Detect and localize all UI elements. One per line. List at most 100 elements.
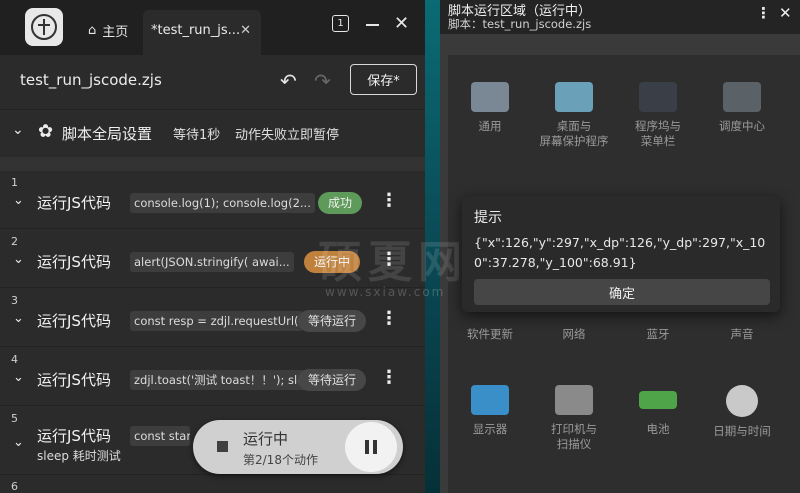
- run-status-title: 运行中: [243, 430, 289, 448]
- file-name: test_run_jscode.zjs: [20, 71, 162, 89]
- action-row[interactable]: 4 ⌄ 运行JS代码 zdjl.toast('测试 toast！！'); sle…: [0, 348, 425, 406]
- status-badge: 等待运行: [298, 310, 367, 332]
- pref-battery[interactable]: 电池: [616, 385, 700, 437]
- action-subtitle: sleep 耗时测试: [37, 449, 121, 463]
- minimize-icon[interactable]: [366, 24, 379, 26]
- action-number: 3: [11, 294, 18, 307]
- more-icon[interactable]: ⋮: [380, 308, 398, 329]
- pref-label: 蓝牙: [646, 327, 670, 341]
- printer-icon: [555, 385, 593, 415]
- pref-label: 程序坞与 菜单栏: [635, 119, 681, 148]
- display-icon: [471, 385, 509, 415]
- more-icon[interactable]: ⋮: [756, 4, 771, 22]
- action-number: 2: [11, 235, 18, 248]
- tab-count: 1: [337, 18, 344, 29]
- more-icon[interactable]: ⋮: [380, 367, 398, 388]
- more-icon[interactable]: ⋮: [380, 190, 398, 211]
- pref-dock[interactable]: 程序坞与 菜单栏: [616, 82, 700, 149]
- watermark: 硕夏网: [318, 237, 468, 288]
- dock-icon: [639, 82, 677, 112]
- action-number: 4: [11, 353, 18, 366]
- battery-icon: [639, 391, 677, 409]
- run-status-pill: 运行中 第2/18个动作: [193, 420, 403, 474]
- clock-icon: [726, 385, 758, 417]
- action-number: 5: [11, 412, 18, 425]
- watermark-url: www.sxiaw.com: [325, 285, 446, 299]
- action-code: const start: [130, 426, 190, 446]
- pref-label: 通用: [478, 119, 502, 133]
- chevron-down-icon[interactable]: ⌄: [13, 311, 24, 326]
- pref-desktop[interactable]: 桌面与 屏幕保护程序: [532, 82, 616, 149]
- divider: [0, 157, 425, 171]
- pref-date-time[interactable]: 日期与时间: [700, 385, 784, 439]
- title-bar: ⌂ 主页 *test_run_js... ✕ 1 ✕: [0, 0, 425, 55]
- pref-general[interactable]: 通用: [448, 82, 532, 134]
- action-title: 运行JS代码: [37, 371, 111, 389]
- action-code: const resp = zdjl.requestUrl(: [130, 311, 303, 331]
- mission-control-icon: [723, 82, 761, 112]
- action-code: console.log(1); console.log(2...: [130, 193, 315, 213]
- action-title: 运行JS代码: [37, 427, 111, 445]
- pref-sound[interactable]: 声音: [700, 327, 784, 342]
- close-window-icon[interactable]: ✕: [394, 13, 409, 34]
- tab-script-label: *test_run_js...: [151, 23, 241, 38]
- global-settings-row[interactable]: ⌄ ✿ 脚本全局设置 等待1秒 动作失败立即暂停: [0, 109, 425, 157]
- action-row[interactable]: 6: [0, 476, 425, 493]
- action-code: zdjl.toast('测试 toast！！'); sle: [130, 370, 309, 390]
- dialog-message: {"x":126,"y":297,"x_dp":126,"y_dp":297,"…: [474, 235, 766, 270]
- chevron-down-icon[interactable]: ⌄: [13, 193, 24, 208]
- tab-home-label: 主页: [102, 24, 129, 40]
- pref-label: 网络: [562, 327, 586, 341]
- global-on-fail: 动作失败立即暂停: [235, 128, 340, 143]
- app-logo-icon[interactable]: [25, 8, 63, 46]
- pref-displays[interactable]: 显示器: [448, 385, 532, 437]
- action-title: 运行JS代码: [37, 253, 111, 271]
- desktop-icon: [555, 82, 593, 112]
- undo-icon[interactable]: ↶: [280, 69, 297, 93]
- pref-label: 电池: [646, 422, 670, 436]
- pref-label: 软件更新: [467, 327, 513, 341]
- save-button[interactable]: 保存*: [350, 64, 417, 95]
- action-number: 1: [11, 176, 18, 189]
- run-area-script: 脚本：test_run_jscode.zjs: [448, 17, 592, 31]
- chevron-down-icon[interactable]: ⌄: [13, 370, 24, 385]
- redo-icon[interactable]: ↷: [314, 69, 331, 93]
- pref-label: 打印机与 扫描仪: [551, 422, 597, 451]
- status-badge: 等待运行: [298, 369, 367, 391]
- ok-button[interactable]: 确定: [474, 279, 770, 305]
- pref-label: 声音: [730, 327, 754, 341]
- tab-script[interactable]: *test_run_js... ✕: [143, 10, 261, 55]
- tab-count-icon[interactable]: 1: [332, 15, 349, 32]
- general-icon: [471, 82, 509, 112]
- home-icon: ⌂: [88, 22, 97, 38]
- pref-label: 日期与时间: [713, 424, 771, 438]
- file-header: test_run_jscode.zjs ↶ ↷ 保存*: [0, 55, 425, 109]
- run-area-header: 脚本运行区域（运行中） 脚本：test_run_jscode.zjs ⋮ ✕: [440, 0, 800, 34]
- close-tab-icon[interactable]: ✕: [240, 23, 251, 38]
- pause-button[interactable]: [345, 422, 397, 472]
- pref-printers[interactable]: 打印机与 扫描仪: [532, 385, 616, 452]
- close-icon[interactable]: ✕: [779, 4, 792, 22]
- chevron-down-icon[interactable]: ⌄: [13, 435, 24, 450]
- pref-label: 显示器: [472, 422, 508, 436]
- pref-network[interactable]: 网络: [532, 327, 616, 342]
- chevron-down-icon[interactable]: ⌄: [12, 122, 24, 138]
- pref-label: 调度中心: [719, 119, 765, 133]
- status-badge: 成功: [318, 192, 363, 214]
- run-progress: 第2/18个动作: [243, 453, 318, 467]
- action-title: 运行JS代码: [37, 312, 111, 330]
- stop-icon[interactable]: [217, 441, 228, 452]
- chevron-down-icon[interactable]: ⌄: [13, 252, 24, 267]
- action-code: alert(JSON.stringify( awai...: [130, 252, 294, 272]
- alert-dialog: 提示 {"x":126,"y":297,"x_dp":126,"y_dp":29…: [462, 196, 780, 312]
- dialog-title: 提示: [474, 210, 502, 226]
- pref-label: 桌面与 屏幕保护程序: [539, 119, 609, 148]
- pause-icon: [365, 440, 369, 454]
- pref-software-update[interactable]: 软件更新: [448, 327, 532, 342]
- tab-home[interactable]: ⌂ 主页: [80, 12, 136, 48]
- action-row[interactable]: 1 ⌄ 运行JS代码 console.log(1); console.log(2…: [0, 171, 425, 229]
- pref-bluetooth[interactable]: 蓝牙: [616, 327, 700, 342]
- pref-mission-control[interactable]: 调度中心: [700, 82, 784, 134]
- gear-icon: ✿: [38, 121, 54, 142]
- action-number: 6: [11, 480, 18, 493]
